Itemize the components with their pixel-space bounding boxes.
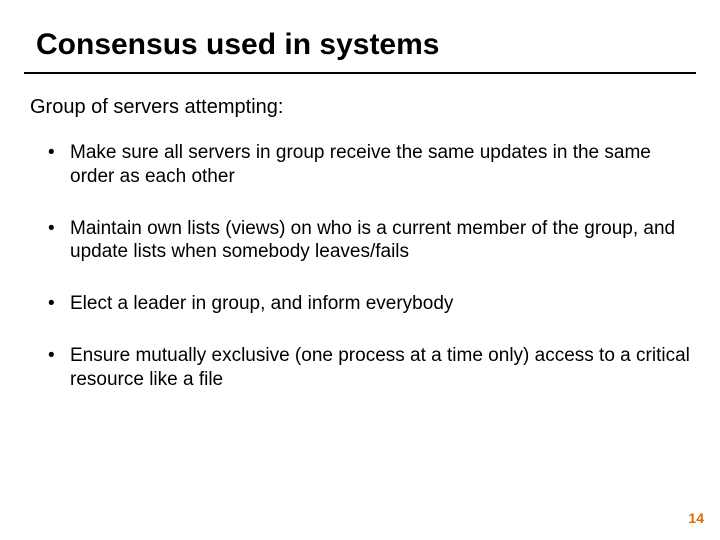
list-item: Maintain own lists (views) on who is a c…	[48, 217, 690, 265]
list-item: Ensure mutually exclusive (one process a…	[48, 344, 690, 392]
page-number: 14	[688, 510, 704, 526]
slide-title: Consensus used in systems	[30, 28, 690, 72]
list-item: Make sure all servers in group receive t…	[48, 141, 690, 189]
title-underline	[24, 72, 696, 74]
intro-text: Group of servers attempting:	[30, 96, 690, 119]
bullet-list: Make sure all servers in group receive t…	[30, 141, 690, 391]
list-item: Elect a leader in group, and inform ever…	[48, 292, 690, 316]
